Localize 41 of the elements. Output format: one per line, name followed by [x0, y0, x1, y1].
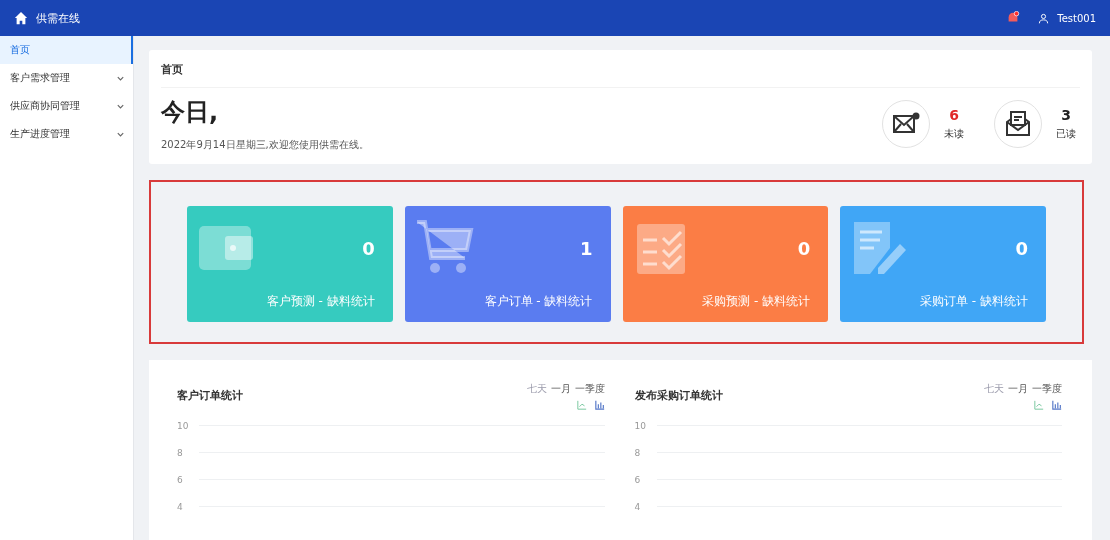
- message-label: 已读: [1056, 127, 1076, 141]
- range-tab[interactable]: 一季度: [1032, 382, 1062, 396]
- stat-value: 0: [797, 238, 811, 259]
- user-name[interactable]: Test001: [1057, 12, 1096, 24]
- stat-value: 1: [579, 238, 593, 259]
- stat-label: 采购预测 - 缺料统计: [702, 293, 811, 310]
- stat-value: 0: [362, 238, 375, 259]
- sidebar-item[interactable]: 供应商协同管理: [0, 92, 133, 120]
- message-count: 6: [949, 107, 959, 123]
- range-tab[interactable]: 一月: [550, 382, 571, 396]
- axis-label: 10: [634, 420, 647, 431]
- home-icon[interactable]: [14, 11, 28, 25]
- axis-label: 4: [634, 501, 642, 512]
- axis-label: 4: [177, 501, 184, 512]
- chart-title: 发布采购订单统计: [634, 388, 723, 404]
- bell-icon[interactable]: [1006, 11, 1021, 25]
- bar-chart-icon[interactable]: [594, 400, 605, 410]
- greeting: 今日,: [161, 97, 220, 128]
- stat-label: 客户订单 - 缺料统计: [484, 293, 593, 310]
- message-count: 3: [1061, 107, 1071, 123]
- stat-label: 客户预测 - 缺料统计: [266, 293, 375, 310]
- range-tab[interactable]: 一月: [1008, 382, 1028, 396]
- message-label: 未读: [944, 127, 964, 141]
- bar-chart-icon[interactable]: [1052, 400, 1062, 410]
- chart-title: 客户订单统计: [177, 388, 243, 404]
- welcome-text: 2022年9月14日星期三,欢迎您使用供需在线。: [161, 138, 369, 152]
- range-tab[interactable]: 一季度: [574, 382, 605, 396]
- user-icon[interactable]: [1038, 12, 1050, 24]
- sidebar-item[interactable]: 客户需求管理: [0, 64, 133, 92]
- axis-label: 8: [634, 447, 642, 458]
- sidebar-item[interactable]: 生产进度管理: [0, 120, 133, 148]
- sidebar-item[interactable]: 首页: [0, 36, 133, 64]
- axis-label: 6: [177, 474, 184, 485]
- stat-card[interactable]: 1 客户订单 - 缺料统计: [404, 206, 611, 322]
- axis-label: 8: [177, 447, 184, 458]
- axis-label: 6: [634, 474, 642, 485]
- axis-label: 10: [177, 420, 190, 431]
- stat-label: 采购订单 - 缺料统计: [920, 293, 1028, 310]
- app-title: 供需在线: [36, 10, 80, 26]
- breadcrumb: 首页: [161, 58, 1080, 88]
- stat-value: 0: [1015, 238, 1028, 259]
